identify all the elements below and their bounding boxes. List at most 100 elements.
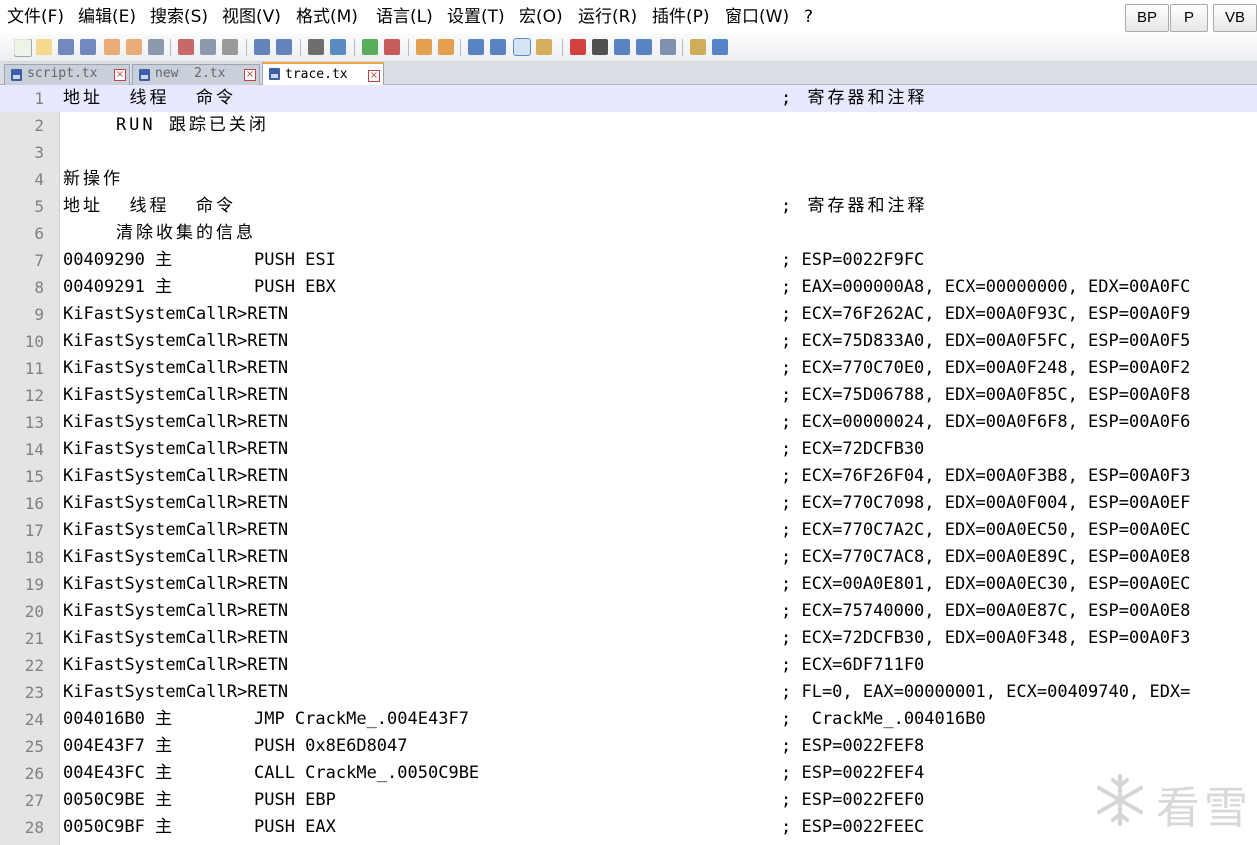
word-wrap-icon[interactable] (468, 39, 484, 55)
tab-label: trace.tx (285, 67, 348, 82)
menu-plugins[interactable]: 插件(P) (652, 5, 710, 29)
line-number: 15 (24, 467, 44, 486)
text-line[interactable]: 2 RUN 跟踪已关闭 (0, 112, 1257, 139)
menu-help[interactable]: ? (804, 5, 813, 29)
zoom-out-icon[interactable] (384, 39, 400, 55)
open-file-icon[interactable] (36, 39, 52, 55)
text-line[interactable]: 26 004E43FC 主 CALL CrackMe_.0050C9BE ; ESP… (0, 760, 1257, 787)
editor[interactable]: 1 地址 线程 命令 ; 寄存器和注释 2 RUN 跟踪已关闭 3 4 新操作 5 地址 线程 … (0, 85, 1257, 845)
line-code: 004E43FC 主 CALL CrackMe_.0050C9BE (63, 763, 480, 783)
text-line[interactable]: 22 KiFastSystemCallR>RETN ; ECX=6DF711F0 (0, 652, 1257, 679)
menu-format[interactable]: 格式(M) (296, 5, 358, 29)
text-line[interactable]: 10 KiFastSystemCallR>RETN ; ECX=75D833A0, … (0, 328, 1257, 355)
tab-new-2[interactable]: new 2.tx × (132, 64, 260, 85)
text-line[interactable]: 12 KiFastSystemCallR>RETN ; ECX=75D06788, … (0, 382, 1257, 409)
find-icon[interactable] (308, 39, 324, 55)
line-comment: ; ECX=770C7AC8, EDX=00A0E89C, ESP=00A0E8 (781, 547, 1191, 567)
copy-icon[interactable] (200, 39, 216, 55)
line-comment: ; ECX=770C7A2C, EDX=00A0EC50, ESP=00A0EC (781, 520, 1191, 540)
run-macro-multiple-icon[interactable] (636, 39, 652, 55)
cut-icon[interactable] (178, 39, 194, 55)
line-code: 00409291 主 PUSH EBX (63, 277, 336, 297)
text-line[interactable]: 24 004016B0 主 JMP CrackMe_.004E43F7 ; Crac… (0, 706, 1257, 733)
line-code: KiFastSystemCallR>RETN (63, 466, 289, 486)
p-button[interactable]: P (1170, 4, 1208, 32)
tab-label: new 2.tx (155, 66, 226, 81)
text-line[interactable]: 17 KiFastSystemCallR>RETN ; ECX=770C7A2C, … (0, 517, 1257, 544)
line-number: 24 (24, 710, 44, 729)
close-tab-icon[interactable]: × (368, 70, 380, 82)
line-number: 25 (24, 737, 44, 756)
sync-vertical-icon[interactable] (416, 39, 432, 55)
menu-language[interactable]: 语言(L) (376, 5, 433, 29)
line-comment: ; ECX=6DF711F0 (781, 655, 925, 675)
undo-icon[interactable] (254, 39, 270, 55)
text-line[interactable]: 23 KiFastSystemCallR>RETN ; FL=0, EAX=0000… (0, 679, 1257, 706)
stop-record-icon[interactable] (592, 39, 608, 55)
menu-view[interactable]: 视图(V) (222, 5, 281, 29)
zoom-in-icon[interactable] (362, 39, 378, 55)
text-line[interactable]: 27 0050C9BE 主 PUSH EBP ; ESP=0022FEF0 (0, 787, 1257, 814)
text-line[interactable]: 8 00409291 主 PUSH EBX ; EAX=000000A8, ECX=… (0, 274, 1257, 301)
close-icon[interactable] (104, 39, 120, 55)
text-line[interactable]: 7 00409290 主 PUSH ESI ; ESP=0022F9FC (0, 247, 1257, 274)
save-all-icon[interactable] (80, 39, 96, 55)
save-icon[interactable] (58, 39, 74, 55)
close-all-icon[interactable] (126, 39, 142, 55)
text-line[interactable]: 20 KiFastSystemCallR>RETN ; ECX=75740000, … (0, 598, 1257, 625)
menu-run[interactable]: 运行(R) (578, 5, 637, 29)
text-line[interactable]: 28 0050C9BF 主 PUSH EAX ; ESP=0022FEEC (0, 814, 1257, 841)
toolbar-separator (460, 39, 461, 56)
text-line[interactable]: 3 (0, 139, 1257, 166)
close-tab-icon[interactable]: × (244, 69, 256, 81)
tab-script[interactable]: script.tx × (4, 64, 130, 85)
trim-icon[interactable] (690, 39, 706, 55)
toolbar-separator (246, 39, 247, 56)
menu-file[interactable]: 文件(F) (7, 5, 64, 29)
line-number: 1 (34, 89, 44, 108)
text-line[interactable]: 16 KiFastSystemCallR>RETN ; ECX=770C7098, … (0, 490, 1257, 517)
line-code: 004016B0 主 JMP CrackMe_.004E43F7 (63, 709, 469, 729)
show-all-chars-icon[interactable] (490, 39, 506, 55)
menu-macro[interactable]: 宏(O) (519, 5, 563, 29)
redo-icon[interactable] (276, 39, 292, 55)
text-line[interactable]: 13 KiFastSystemCallR>RETN ; ECX=00000024, … (0, 409, 1257, 436)
text-line[interactable]: 5 地址 线程 命令 ; 寄存器和注释 (0, 193, 1257, 220)
sync-horizontal-icon[interactable] (438, 39, 454, 55)
text-line[interactable]: 25 004E43F7 主 PUSH 0x8E6D8047 ; ESP=0022FE… (0, 733, 1257, 760)
text-line[interactable]: 4 新操作 (0, 166, 1257, 193)
menu-bar: 文件(F) 编辑(E) 搜索(S) 视图(V) 格式(M) 语言(L) 设置(T… (0, 0, 1257, 35)
text-line[interactable]: 15 KiFastSystemCallR>RETN ; ECX=76F26F04, … (0, 463, 1257, 490)
line-code: 004E43F7 主 PUSH 0x8E6D8047 (63, 736, 408, 756)
line-code: 0050C9BF 主 PUSH EAX (63, 817, 336, 837)
menu-edit[interactable]: 编辑(E) (78, 5, 136, 29)
close-tab-icon[interactable]: × (114, 69, 126, 81)
menu-search[interactable]: 搜索(S) (150, 5, 208, 29)
new-file-icon[interactable] (14, 39, 30, 55)
menu-settings[interactable]: 设置(T) (447, 5, 505, 29)
toolbar-separator (562, 39, 563, 56)
text-line[interactable]: 1 地址 线程 命令 ; 寄存器和注释 (0, 85, 1257, 112)
text-line[interactable]: 9 KiFastSystemCallR>RETN ; ECX=76F262AC, E… (0, 301, 1257, 328)
line-number: 11 (24, 359, 44, 378)
indent-guide-icon[interactable] (513, 38, 531, 56)
menu-window[interactable]: 窗口(W) (725, 5, 789, 29)
bp-button[interactable]: BP (1125, 4, 1169, 32)
tab-trace[interactable]: trace.tx × (262, 62, 384, 87)
replace-icon[interactable] (330, 39, 346, 55)
record-macro-icon[interactable] (570, 39, 586, 55)
print-icon[interactable] (148, 39, 164, 55)
save-macro-icon[interactable] (660, 39, 676, 55)
text-line[interactable]: 21 KiFastSystemCallR>RETN ; ECX=72DCFB30, … (0, 625, 1257, 652)
user-language-icon[interactable] (536, 39, 552, 55)
spell-check-icon[interactable] (712, 39, 728, 55)
text-line[interactable]: 19 KiFastSystemCallR>RETN ; ECX=00A0E801, … (0, 571, 1257, 598)
text-line[interactable]: 6 清除收集的信息 (0, 220, 1257, 247)
paste-icon[interactable] (222, 39, 238, 55)
text-line[interactable]: 11 KiFastSystemCallR>RETN ; ECX=770C70E0, … (0, 355, 1257, 382)
vb-button[interactable]: VB (1213, 4, 1257, 32)
text-line[interactable]: 14 KiFastSystemCallR>RETN ; ECX=72DCFB30 (0, 436, 1257, 463)
line-comment: ; ECX=770C7098, EDX=00A0F004, ESP=00A0EF (781, 493, 1191, 513)
play-macro-icon[interactable] (614, 39, 630, 55)
text-line[interactable]: 18 KiFastSystemCallR>RETN ; ECX=770C7AC8, … (0, 544, 1257, 571)
